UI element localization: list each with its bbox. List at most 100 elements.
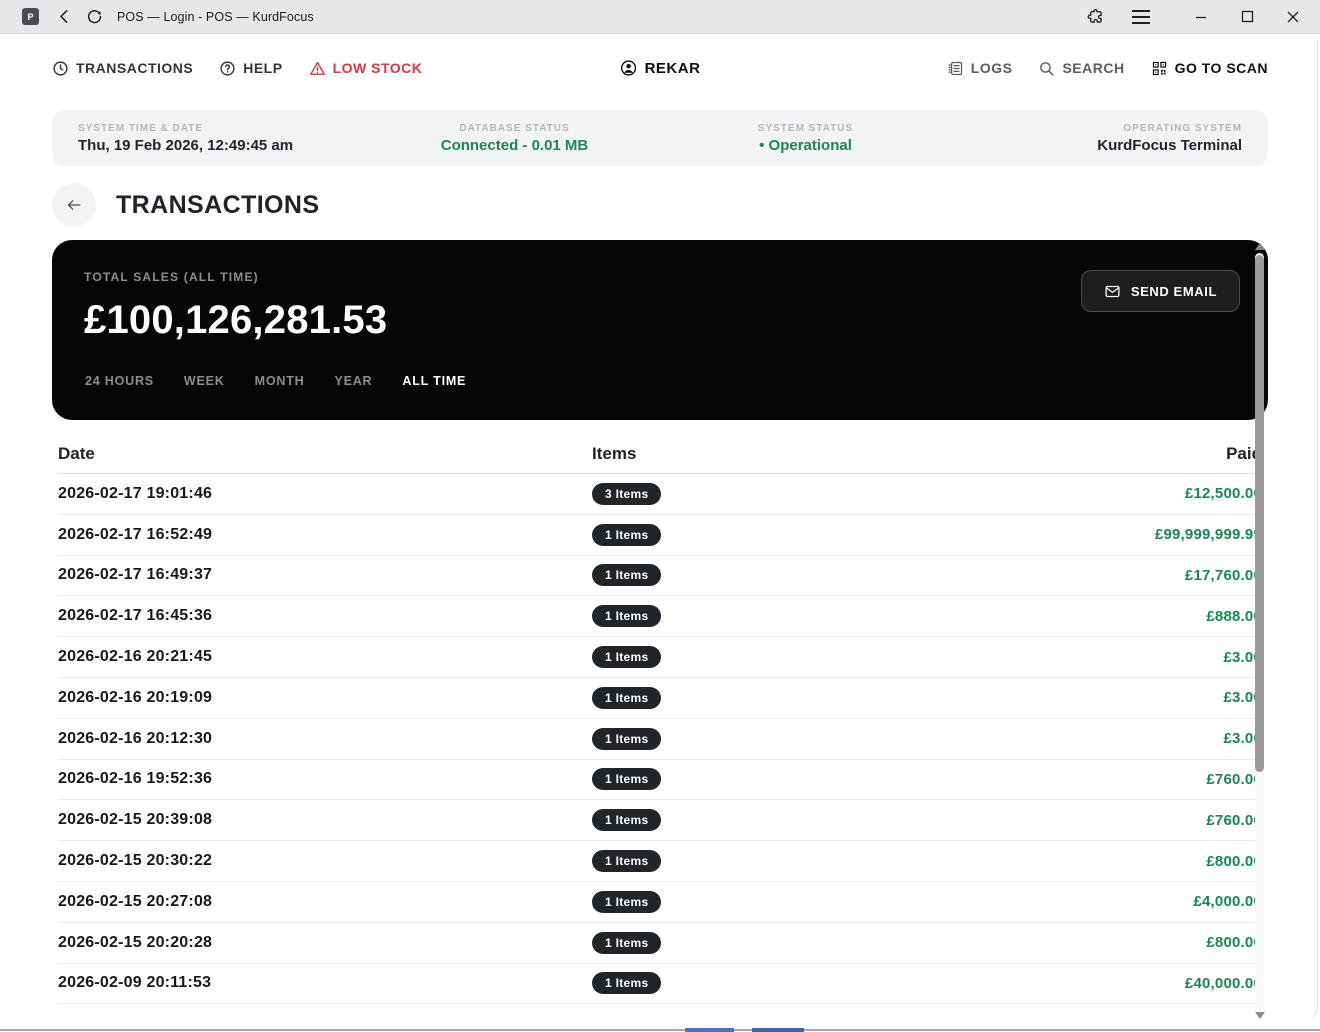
transaction-paid: £99,999,999.99 (1155, 526, 1262, 543)
status-value: Connected - 0.01 MB (441, 137, 589, 154)
browser-tab-title: POS — Login - POS — KurdFocus (117, 10, 314, 24)
transaction-items-cell: 1 Items (592, 972, 1185, 994)
table-row[interactable]: 2026-02-15 20:27:08 1 Items £4,000.00 (58, 882, 1262, 923)
browser-back-button[interactable] (49, 3, 79, 31)
transaction-items-cell: 1 Items (592, 850, 1206, 872)
help-circle-icon (219, 60, 236, 77)
app-navbar: TRANSACTIONS HELP LOW STOCK REKAR LOGS S… (0, 40, 1320, 96)
transaction-date: 2026-02-17 16:49:37 (58, 566, 592, 584)
nav-search[interactable]: SEARCH (1038, 60, 1124, 77)
items-badge: 1 Items (592, 972, 661, 994)
table-row[interactable]: 2026-02-16 19:52:36 1 Items £760.00 (58, 760, 1262, 801)
nav-logs-label: LOGS (971, 60, 1013, 76)
status-value: • Operational (759, 137, 852, 154)
nav-logs[interactable]: LOGS (947, 60, 1013, 77)
transaction-date: 2026-02-16 20:21:45 (58, 648, 592, 666)
table-row[interactable]: 2026-02-15 20:20:28 1 Items £800.00 (58, 923, 1262, 964)
extensions-puzzle-icon[interactable] (1078, 3, 1112, 31)
filter-24-hours[interactable]: 24 HOURS (85, 374, 154, 388)
warning-triangle-icon (309, 60, 326, 77)
transaction-date: 2026-02-15 20:39:08 (58, 811, 592, 829)
transaction-date: 2026-02-15 20:27:08 (58, 893, 592, 911)
total-sales-label: TOTAL SALES (ALL TIME) (84, 270, 1236, 284)
filter-year[interactable]: YEAR (334, 374, 372, 388)
items-badge: 1 Items (592, 850, 661, 872)
partial-bottom-element (752, 1028, 804, 1032)
transaction-items-cell: 1 Items (592, 646, 1223, 668)
scroll-up-arrow-icon[interactable] (1255, 243, 1265, 250)
browser-refresh-button[interactable] (79, 3, 109, 31)
status-value: Thu, 19 Feb 2026, 12:49:45 am (78, 137, 369, 154)
vertical-scrollbar[interactable] (1252, 243, 1267, 1023)
status-label: SYSTEM TIME & DATE (78, 123, 369, 134)
filter-tabs: 24 HOURS WEEK MONTH YEAR ALL TIME (85, 374, 466, 388)
nav-help[interactable]: HELP (219, 60, 282, 77)
table-row[interactable]: 2026-02-16 20:12:30 1 Items £3.00 (58, 719, 1262, 760)
table-row[interactable]: 2026-02-15 20:39:08 1 Items £760.00 (58, 800, 1262, 841)
scroll-down-arrow-icon[interactable] (1255, 1012, 1265, 1019)
transaction-date: 2026-02-15 20:20:28 (58, 934, 592, 952)
transaction-date: 2026-02-17 16:45:36 (58, 607, 592, 625)
bottom-edge-line (0, 1029, 1320, 1031)
send-email-label: SEND EMAIL (1131, 284, 1217, 299)
partial-bottom-element (685, 1028, 734, 1032)
transaction-date: 2026-02-17 16:52:49 (58, 526, 592, 544)
transaction-items-cell: 1 Items (592, 687, 1223, 709)
table-body: 2026-02-17 19:01:46 3 Items £12,500.00 2… (58, 474, 1262, 1004)
search-icon (1038, 60, 1055, 77)
window-minimize-button[interactable] (1184, 3, 1218, 31)
transaction-items-cell: 1 Items (592, 605, 1206, 627)
window-close-button[interactable] (1276, 3, 1310, 31)
nav-search-label: SEARCH (1062, 60, 1124, 76)
maximize-icon (1241, 10, 1254, 23)
table-row[interactable]: 2026-02-16 20:21:45 1 Items £3.00 (58, 637, 1262, 678)
items-badge: 1 Items (592, 809, 661, 831)
transaction-items-cell: 3 Items (592, 483, 1185, 505)
transaction-items-cell: 1 Items (592, 768, 1206, 790)
table-row[interactable]: 2026-02-17 19:01:46 3 Items £12,500.00 (58, 474, 1262, 515)
filter-month[interactable]: MONTH (255, 374, 305, 388)
hamburger-icon (1132, 10, 1150, 24)
nav-user-rekar[interactable]: REKAR (620, 59, 701, 77)
send-email-button[interactable]: SEND EMAIL (1081, 270, 1240, 312)
browser-menu-icon[interactable] (1124, 3, 1158, 31)
table-row[interactable]: 2026-02-17 16:49:37 1 Items £17,760.00 (58, 556, 1262, 597)
table-row[interactable]: 2026-02-15 20:30:22 1 Items £800.00 (58, 841, 1262, 882)
status-value: KurdFocus Terminal (1097, 137, 1242, 154)
site-favicon: P (22, 8, 39, 25)
total-sales-card: TOTAL SALES (ALL TIME) £100,126,281.53 2… (52, 240, 1268, 420)
system-status-bar: SYSTEM TIME & DATE Thu, 19 Feb 2026, 12:… (52, 110, 1268, 166)
scrollbar-thumb[interactable] (1255, 255, 1264, 772)
transaction-date: 2026-02-09 20:11:53 (58, 974, 592, 992)
items-badge: 1 Items (592, 646, 661, 668)
table-row[interactable]: 2026-02-16 20:19:09 1 Items £3.00 (58, 678, 1262, 719)
window-maximize-button[interactable] (1230, 3, 1264, 31)
filter-week[interactable]: WEEK (184, 374, 225, 388)
transaction-paid: £12,500.00 (1185, 485, 1262, 502)
nav-low-stock-label: LOW STOCK (333, 60, 423, 76)
transaction-items-cell: 1 Items (592, 524, 1155, 546)
table-row[interactable]: 2026-02-09 20:11:53 1 Items £40,000.00 (58, 964, 1262, 1005)
status-time-date: SYSTEM TIME & DATE Thu, 19 Feb 2026, 12:… (78, 123, 369, 154)
clock-icon (52, 60, 69, 77)
nav-transactions[interactable]: TRANSACTIONS (52, 60, 193, 77)
transaction-date: 2026-02-16 19:52:36 (58, 770, 592, 788)
items-badge: 1 Items (592, 768, 661, 790)
logs-icon (947, 60, 964, 77)
table-row[interactable]: 2026-02-17 16:45:36 1 Items £888.00 (58, 596, 1262, 637)
transaction-paid: £17,760.00 (1185, 567, 1262, 584)
qr-code-icon (1151, 60, 1168, 77)
browser-titlebar: P POS — Login - POS — KurdFocus (0, 0, 1320, 34)
transaction-items-cell: 1 Items (592, 809, 1206, 831)
nav-go-to-scan[interactable]: GO TO SCAN (1151, 60, 1268, 77)
back-button[interactable] (52, 183, 96, 227)
items-badge: 1 Items (592, 564, 661, 586)
nav-low-stock[interactable]: LOW STOCK (309, 60, 423, 77)
status-label: SYSTEM STATUS (758, 123, 853, 134)
nav-user-label: REKAR (645, 60, 701, 77)
browser-window: P POS — Login - POS — KurdFocus (0, 0, 1320, 1032)
total-sales-amount: £100,126,281.53 (84, 298, 1236, 343)
filter-all-time[interactable]: ALL TIME (402, 374, 466, 388)
table-row[interactable]: 2026-02-17 16:52:49 1 Items £99,999,999.… (58, 515, 1262, 556)
items-badge: 3 Items (592, 483, 661, 505)
